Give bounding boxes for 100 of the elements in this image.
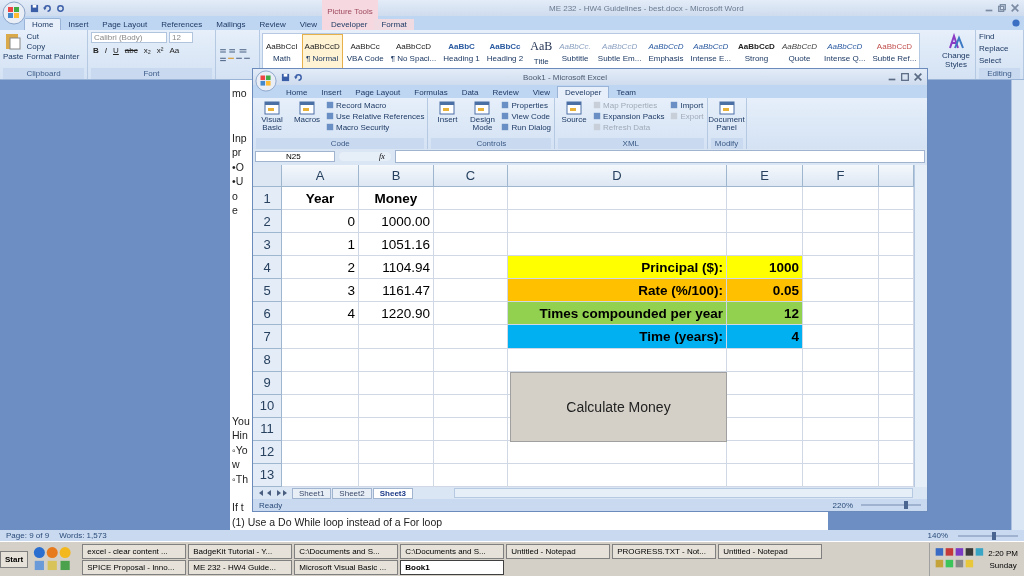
formula-field[interactable] [394, 149, 925, 163]
ribbon-tab[interactable]: Mailings [209, 19, 253, 30]
style-item[interactable]: AaBbCc Heading 2 [483, 34, 527, 70]
row-header[interactable]: 8 [253, 348, 282, 372]
taskbar-button[interactable]: BadgeKit Tutorial - Y... [188, 543, 293, 559]
column-header[interactable]: D [508, 165, 727, 187]
taskbar-button[interactable]: Book1 [400, 559, 505, 575]
start-button[interactable]: Start [0, 550, 29, 568]
ribbon-tab[interactable]: Format [374, 19, 414, 30]
ribbon-button[interactable]: Visual Basic [256, 100, 288, 138]
style-item[interactable]: AaBbCcD Subtle Em... [594, 34, 645, 70]
ribbon-tab[interactable]: Insert [61, 19, 96, 30]
ribbon-tab[interactable]: Home [279, 87, 315, 98]
ribbon-button[interactable]: Insert [431, 100, 464, 138]
zoom-slider-thumb[interactable] [904, 501, 908, 509]
help-icon[interactable] [1012, 19, 1020, 27]
column-header[interactable]: F [803, 165, 879, 187]
format-button[interactable]: B [91, 46, 101, 55]
row-header[interactable]: 13 [253, 463, 282, 487]
sheet-navigation-icon[interactable] [257, 489, 287, 497]
close-icon[interactable] [1010, 3, 1020, 13]
zoom-slider-thumb[interactable] [992, 531, 996, 540]
taskbar-button[interactable]: excel - clear content ... [82, 543, 187, 559]
style-item[interactable]: AaBbCcD Quote [778, 34, 821, 70]
change-styles-button[interactable]: Change Styles [939, 33, 973, 69]
style-item[interactable]: AaBbCcD Intense E... [687, 34, 734, 70]
ribbon-button[interactable]: Format Painter [26, 52, 80, 61]
taskbar-button[interactable]: Untitled - Notepad [718, 543, 823, 559]
save-icon[interactable] [281, 72, 290, 82]
format-button[interactable]: abc [122, 46, 140, 55]
maximize-icon[interactable] [900, 72, 910, 82]
ribbon-tab[interactable]: Developer [324, 19, 375, 30]
sheet-tab[interactable]: Sheet2 [332, 487, 372, 499]
ribbon-tab[interactable]: Home [24, 18, 62, 30]
ribbon-button[interactable]: Cut [26, 32, 80, 41]
ribbon-button[interactable]: Copy [26, 42, 80, 51]
style-item[interactable]: AaBbCcD Intense Q... [821, 34, 869, 70]
font-name-field[interactable]: Calibri (Body) [91, 32, 167, 43]
ribbon-tab[interactable]: Page Layout [348, 87, 408, 98]
ribbon-button[interactable]: Record Macro [326, 100, 425, 110]
ribbon-tab[interactable]: Data [454, 87, 486, 98]
taskbar-button[interactable]: Microsoft Visual Basic ... [294, 559, 399, 575]
ribbon-button[interactable]: Find [979, 32, 1020, 41]
close-icon[interactable] [913, 72, 923, 82]
taskbar-button[interactable]: SPICE Proposal - Inno... [82, 559, 187, 575]
ribbon-button[interactable]: Macro Security [326, 122, 425, 132]
scrollbar[interactable] [914, 165, 927, 487]
style-item[interactable]: AaBbCcD ¶ No Spaci... [387, 34, 440, 70]
style-item[interactable]: AaBbCc VBA Code [343, 34, 387, 70]
ribbon-button[interactable]: Run Dialog [501, 122, 552, 132]
style-item[interactable]: AaBbCcD Subtle Ref... [869, 34, 920, 70]
ribbon-button[interactable]: Macros [291, 100, 323, 138]
taskbar-button[interactable]: C:\Documents and S... [400, 543, 505, 559]
sheet-tab[interactable]: Sheet1 [292, 487, 332, 499]
style-item[interactable]: AaBbCcI Math [263, 34, 301, 70]
save-icon[interactable] [30, 3, 39, 13]
taskbar-button[interactable]: PROGRESS.TXT - Not... [612, 543, 717, 559]
ribbon-button[interactable]: Properties [501, 100, 552, 110]
sheet-tab[interactable]: Sheet3 [372, 487, 413, 499]
format-button[interactable]: U [111, 46, 121, 55]
row-header[interactable]: 2 [253, 210, 282, 234]
format-button[interactable]: x² [154, 46, 166, 55]
taskbar-button[interactable]: C:\Documents and S... [294, 543, 399, 559]
style-item[interactable]: AaBbC Heading 1 [440, 34, 483, 70]
font-size-field[interactable]: 12 [169, 32, 193, 43]
ribbon-button[interactable]: Replace [979, 44, 1020, 53]
ribbon-button[interactable]: Source [558, 100, 591, 138]
restore-icon[interactable] [997, 3, 1007, 13]
ribbon-tab[interactable]: Review [252, 19, 293, 30]
style-item[interactable]: AaBbCc. Subtitle [556, 34, 594, 70]
function-button[interactable]: fx [339, 151, 391, 161]
style-item[interactable]: AaBbCcD Strong [735, 34, 778, 70]
ribbon-button[interactable]: Import [670, 100, 704, 110]
row-header[interactable]: 12 [253, 440, 282, 464]
name-box[interactable]: N25 [255, 150, 335, 162]
ribbon-button[interactable]: Expansion Packs [593, 111, 665, 121]
ribbon-tab[interactable]: Page Layout [95, 19, 155, 30]
style-item[interactable]: AaBbCcD Emphasis [645, 34, 687, 70]
style-item[interactable]: AaB Title [527, 34, 556, 70]
scrollbar[interactable] [453, 488, 913, 498]
ribbon-button[interactable]: Use Relative References [326, 111, 425, 121]
ribbon-tab[interactable]: Review [485, 87, 526, 98]
row-header[interactable]: 5 [253, 279, 282, 303]
calculate-button[interactable]: Calculate Money [510, 372, 727, 442]
column-header[interactable]: C [434, 165, 508, 187]
taskbar-button[interactable]: Untitled - Notepad [506, 543, 611, 559]
ribbon-tab[interactable]: View [525, 87, 557, 98]
row-header[interactable]: 7 [253, 325, 282, 349]
row-header[interactable]: 11 [253, 417, 282, 441]
undo-icon[interactable] [43, 3, 52, 13]
taskbar-button[interactable]: ME 232 - HW4 Guide... [188, 559, 293, 575]
column-header[interactable]: A [282, 165, 359, 187]
ribbon-button[interactable]: Design Mode [466, 100, 499, 138]
ribbon-button[interactable]: View Code [501, 111, 552, 121]
row-header[interactable]: 6 [253, 302, 282, 326]
ribbon-tab[interactable]: References [154, 19, 210, 30]
paste-button[interactable]: Paste [3, 32, 24, 68]
row-header[interactable]: 9 [253, 371, 282, 395]
format-button[interactable]: I [102, 46, 109, 55]
row-header[interactable]: 3 [253, 233, 282, 257]
